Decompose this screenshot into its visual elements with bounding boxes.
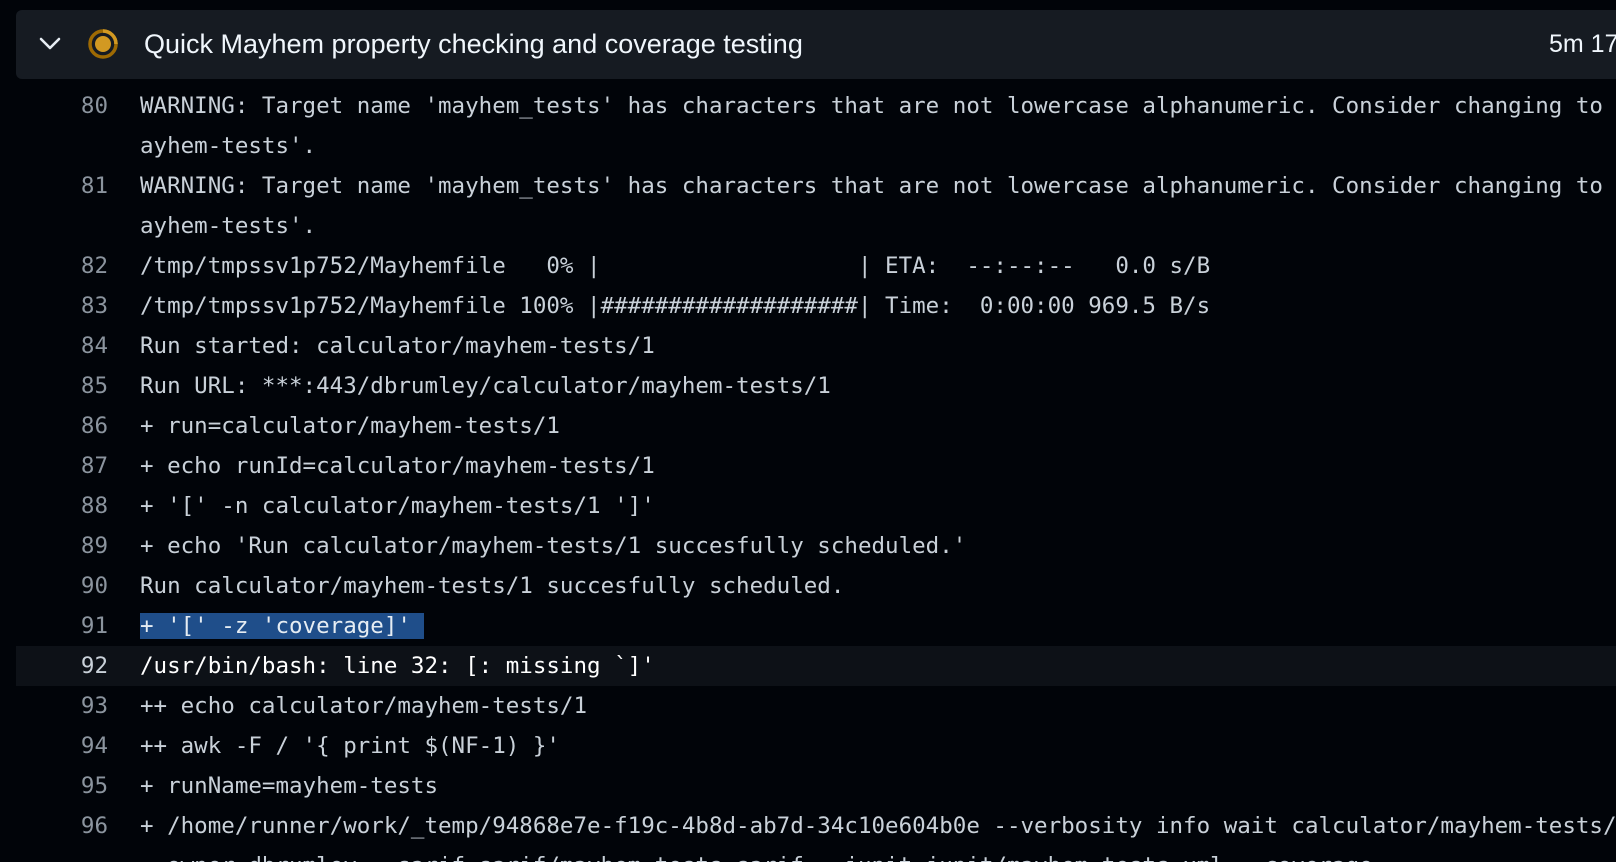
step-duration: 5m 17s: [1549, 30, 1616, 58]
line-text: + '[' -n calculator/mayhem-tests/1 ']': [140, 493, 655, 519]
line-text: + echo runId=calculator/mayhem-tests/1: [140, 453, 655, 479]
step-title: Quick Mayhem property checking and cover…: [144, 29, 803, 59]
log-line: 84 Run started: calculator/mayhem-tests/…: [16, 326, 1616, 366]
line-number[interactable]: 80: [16, 86, 112, 166]
in-progress-status-icon: [87, 28, 119, 60]
line-number[interactable]: 96: [16, 806, 112, 862]
log-line: 81 WARNING: Target name 'mayhem_tests' h…: [16, 166, 1616, 246]
line-text: ++ echo calculator/mayhem-tests/1: [140, 693, 588, 719]
line-number[interactable]: 84: [16, 326, 112, 366]
line-number[interactable]: 94: [16, 726, 112, 766]
line-number[interactable]: 85: [16, 366, 112, 406]
line-text: Run started: calculator/mayhem-tests/1: [140, 333, 655, 359]
log-line: 85 Run URL: ***:443/dbrumley/calculator/…: [16, 366, 1616, 406]
log-line: 88 + '[' -n calculator/mayhem-tests/1 ']…: [16, 486, 1616, 526]
log-line: 86 + run=calculator/mayhem-tests/1: [16, 406, 1616, 446]
line-number[interactable]: 93: [16, 686, 112, 726]
line-text: Run URL: ***:443/dbrumley/calculator/may…: [140, 373, 831, 399]
log-line: 83 /tmp/tmpssv1p752/Mayhemfile 100% |###…: [16, 286, 1616, 326]
line-number[interactable]: 86: [16, 406, 112, 446]
line-number[interactable]: 81: [16, 166, 112, 246]
selected-text[interactable]: + '[' -z 'coverage]': [140, 613, 425, 639]
log-line: 91 + '[' -z 'coverage]': [16, 606, 1616, 646]
line-text: /usr/bin/bash: line 32: [: missing `]': [140, 653, 655, 679]
line-text: + run=calculator/mayhem-tests/1: [140, 413, 560, 439]
line-text: + runName=mayhem-tests: [140, 773, 439, 799]
log-line: 96 + /home/runner/work/_temp/94868e7e-f1…: [16, 806, 1616, 862]
line-text: Run calculator/mayhem-tests/1 succesfull…: [140, 573, 845, 599]
log-line: 80 WARNING: Target name 'mayhem_tests' h…: [16, 86, 1616, 166]
line-text: + /home/runner/work/_temp/94868e7e-f19c-…: [140, 813, 1616, 862]
step-header[interactable]: Quick Mayhem property checking and cover…: [16, 10, 1616, 79]
line-number[interactable]: 87: [16, 446, 112, 486]
line-text: + echo 'Run calculator/mayhem-tests/1 su…: [140, 533, 967, 559]
line-text: ++ awk -F / '{ print $(NF-1) }': [140, 733, 560, 759]
chevron-down-icon[interactable]: [36, 32, 64, 56]
log-line: 95 + runName=mayhem-tests: [16, 766, 1616, 806]
log-line: 82 /tmp/tmpssv1p752/Mayhemfile 0% | | ET…: [16, 246, 1616, 286]
log-line: 93 ++ echo calculator/mayhem-tests/1: [16, 686, 1616, 726]
line-text: /tmp/tmpssv1p752/Mayhemfile 100% |######…: [140, 293, 1211, 319]
line-number[interactable]: 91: [16, 606, 112, 646]
line-text: + '[' -z 'coverage]': [112, 606, 1616, 646]
log-line: 89 + echo 'Run calculator/mayhem-tests/1…: [16, 526, 1616, 566]
log-output: 80 WARNING: Target name 'mayhem_tests' h…: [16, 86, 1616, 862]
log-line: 87 + echo runId=calculator/mayhem-tests/…: [16, 446, 1616, 486]
line-text: WARNING: Target name 'mayhem_tests' has …: [140, 173, 1616, 239]
line-number[interactable]: 92: [16, 646, 112, 686]
line-number[interactable]: 88: [16, 486, 112, 526]
line-number[interactable]: 89: [16, 526, 112, 566]
log-line: 90 Run calculator/mayhem-tests/1 succesf…: [16, 566, 1616, 606]
line-text: WARNING: Target name 'mayhem_tests' has …: [140, 93, 1616, 159]
line-text: /tmp/tmpssv1p752/Mayhemfile 0% | | ETA: …: [140, 253, 1211, 279]
line-number[interactable]: 83: [16, 286, 112, 326]
line-number[interactable]: 90: [16, 566, 112, 606]
line-number[interactable]: 95: [16, 766, 112, 806]
log-line: 94 ++ awk -F / '{ print $(NF-1) }': [16, 726, 1616, 766]
log-line-highlighted: 92 /usr/bin/bash: line 32: [: missing `]…: [16, 646, 1616, 686]
line-number[interactable]: 82: [16, 246, 112, 286]
